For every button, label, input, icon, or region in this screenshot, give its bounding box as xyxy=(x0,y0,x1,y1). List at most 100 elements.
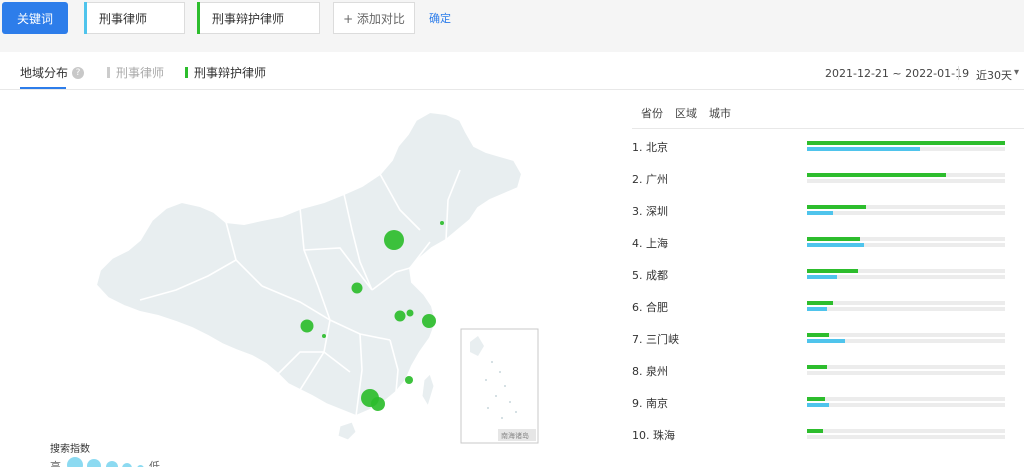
ranking-bar-track xyxy=(807,211,1005,215)
ranking-bar-keyword-1 xyxy=(807,211,833,215)
ranking-bar-track xyxy=(807,371,1005,375)
tab-label: 地域分布 xyxy=(20,66,69,80)
ranking-bar-keyword-2 xyxy=(807,333,829,337)
tab-area[interactable]: 区域 xyxy=(675,105,697,121)
ranking-bar-keyword-1 xyxy=(807,147,920,151)
bubble-quanzhou xyxy=(405,376,413,384)
bubble-small xyxy=(322,334,326,338)
keyword-button[interactable]: 关键词 xyxy=(2,2,68,34)
ranking-row: 10. 珠海 xyxy=(632,417,1024,449)
help-icon[interactable]: ? xyxy=(72,66,85,79)
south-china-sea-inset xyxy=(460,328,539,444)
scale-dot xyxy=(122,463,132,467)
keyword-label: 刑事辩护律师 xyxy=(212,11,285,26)
ranking-bar-track xyxy=(807,301,1005,305)
ranking-row-label: 6. 合肥 xyxy=(632,301,668,314)
ranking-bar-track xyxy=(807,269,1005,273)
tab-province[interactable]: 省份 xyxy=(641,105,663,121)
ranking-bar-keyword-2 xyxy=(807,237,860,241)
ranking-bar-track xyxy=(807,179,1005,183)
ranking-list: 省份 区域 城市 1. 北京 2. 广州 3. 深圳 4. 上海 5. 成都 6. 合肥 7… xyxy=(632,90,1024,467)
ranking-row: 1. 北京 xyxy=(632,129,1024,161)
ranking-bar-track xyxy=(807,141,1005,145)
ranking-bar-keyword-1 xyxy=(807,339,845,343)
bubble-hefei xyxy=(394,310,406,322)
legend-label: 刑事辩护律师 xyxy=(194,66,267,80)
keyword-label: 刑事律师 xyxy=(99,11,148,26)
legend-item-keyword-1[interactable]: 刑事律师 xyxy=(107,64,164,81)
map-graphic xyxy=(94,110,539,444)
ranking-bar-track xyxy=(807,397,1005,401)
ranking-bar-keyword-2 xyxy=(807,173,946,177)
ranking-bar-track xyxy=(807,365,1005,369)
add-compare-button[interactable]: + 添加对比 xyxy=(333,2,415,34)
tab-region-distribution[interactable]: 地域分布 ? xyxy=(20,64,85,81)
divider xyxy=(958,66,959,80)
keyword-input-1[interactable]: 刑事律师 xyxy=(84,2,185,34)
ranking-bar-track xyxy=(807,237,1005,241)
ranking-row: 3. 深圳 xyxy=(632,193,1024,225)
scale-title: 搜索指数 xyxy=(50,444,90,455)
keyword-toolbar: 关键词 刑事律师 刑事辩护律师 + 添加对比 确定 xyxy=(0,0,1024,40)
active-tab-indicator xyxy=(20,87,66,89)
chevron-down-icon[interactable]: ▾ xyxy=(1014,67,1019,78)
confirm-link[interactable]: 确定 xyxy=(429,10,451,26)
scale-dot xyxy=(67,457,83,467)
ranking-bar-track xyxy=(807,205,1005,209)
scale-low-label: 低 xyxy=(149,460,160,467)
ranking-row: 9. 南京 xyxy=(632,385,1024,417)
inset-label: 南海诸岛 xyxy=(501,432,529,440)
ranking-bar-keyword-1 xyxy=(807,307,827,311)
legend-color-bar xyxy=(185,67,188,78)
hainan-island xyxy=(337,421,357,441)
scale-dot xyxy=(87,459,101,467)
ranking-bar-track xyxy=(807,339,1005,343)
ranking-bar-track xyxy=(807,147,1005,151)
ranking-row-label: 1. 北京 xyxy=(632,141,668,154)
ranking-row-label: 4. 上海 xyxy=(632,237,668,250)
scale-high-label: 高 xyxy=(50,460,61,467)
ranking-row-label: 3. 深圳 xyxy=(632,205,668,218)
ranking-row: 4. 上海 xyxy=(632,225,1024,257)
ranking-tabs: 省份 区域 城市 xyxy=(632,90,1024,129)
bubble-chengdu xyxy=(300,319,314,333)
legend-color-bar xyxy=(107,67,110,78)
bubble-shanghai xyxy=(422,314,436,328)
ranking-row: 5. 成都 xyxy=(632,257,1024,289)
ranking-bar-track xyxy=(807,275,1005,279)
ranking-bar-keyword-1 xyxy=(807,275,837,279)
ranking-bar-keyword-2 xyxy=(807,269,858,273)
bubble-nanjing xyxy=(406,309,414,317)
tab-city[interactable]: 城市 xyxy=(709,105,731,121)
ranking-bar-track xyxy=(807,333,1005,337)
taiwan-island xyxy=(421,373,435,408)
ranking-bar-track xyxy=(807,403,1005,407)
keyword-input-2[interactable]: 刑事辩护律师 xyxy=(197,2,320,34)
ranking-bar-keyword-1 xyxy=(807,243,864,247)
panel-header: 地域分布 ? 刑事律师 刑事辩护律师 2021-12-21 ~ 2022-01-… xyxy=(0,52,1024,90)
ranking-row: 8. 泉州 xyxy=(632,353,1024,385)
ranking-row: 7. 三门峡 xyxy=(632,321,1024,353)
region-panel: 地域分布 ? 刑事律师 刑事辩护律师 2021-12-21 ~ 2022-01-… xyxy=(0,52,1024,467)
ranking-bar-keyword-1 xyxy=(807,403,829,407)
ranking-bar-keyword-2 xyxy=(807,397,825,401)
bubble-sanmenxia xyxy=(351,282,363,294)
ranking-bar-keyword-2 xyxy=(807,141,1005,145)
bubble-shenzhen xyxy=(371,397,385,411)
ranking-row-label: 10. 珠海 xyxy=(632,429,675,442)
ranking-bar-keyword-2 xyxy=(807,205,866,209)
ranking-row-label: 5. 成都 xyxy=(632,269,668,282)
ranking-row-label: 7. 三门峡 xyxy=(632,333,679,346)
ranking-bar-track xyxy=(807,435,1005,439)
date-range[interactable]: 2021-12-21 ~ 2022-01-19 xyxy=(825,67,969,80)
china-map: 南海诸岛 搜索指数 高 低 xyxy=(0,90,600,467)
bubble-beijing xyxy=(384,230,404,250)
bubble-shenyang xyxy=(440,221,444,225)
ranking-bar-keyword-2 xyxy=(807,301,833,305)
ranking-bar-keyword-2 xyxy=(807,365,827,369)
ranking-row-label: 9. 南京 xyxy=(632,397,668,410)
ranking-bar-track xyxy=(807,307,1005,311)
legend-item-keyword-2[interactable]: 刑事辩护律师 xyxy=(185,64,266,81)
ranking-row: 2. 广州 xyxy=(632,161,1024,193)
period-select[interactable]: 近30天 xyxy=(976,67,1012,83)
